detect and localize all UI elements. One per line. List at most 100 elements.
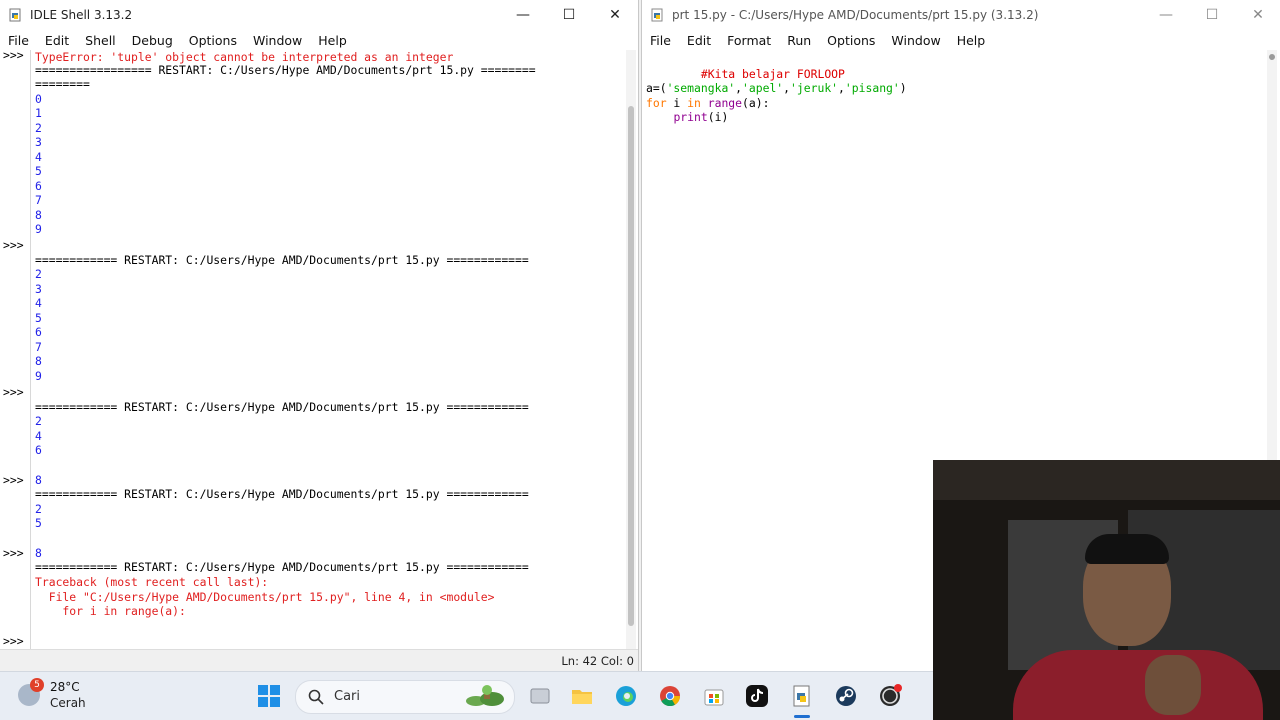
menu-debug[interactable]: Debug <box>124 33 181 48</box>
task-view-icon[interactable] <box>528 684 552 708</box>
file-explorer-icon[interactable] <box>570 684 594 708</box>
minimize-icon[interactable]: — <box>500 0 546 30</box>
editor-title: prt 15.py - C:/Users/Hype AMD/Documents/… <box>672 8 1039 22</box>
menu-shell[interactable]: Shell <box>77 33 124 48</box>
shell-output-line: Traceback (most recent call last): <box>35 575 269 589</box>
menu-window[interactable]: Window <box>883 33 948 48</box>
search-label: Cari <box>334 689 360 704</box>
menu-format[interactable]: Format <box>719 33 779 48</box>
tiktok-icon[interactable] <box>745 684 769 708</box>
editor-menubar: File Edit Format Run Options Window Help <box>642 30 1280 50</box>
code-line: for i in range(a): <box>646 96 769 111</box>
minimize-icon[interactable]: — <box>1143 0 1189 30</box>
code-token: (i) <box>707 110 729 125</box>
code-token: i <box>666 95 688 110</box>
code-comment: #Kita belajar FORLOOP <box>700 66 845 81</box>
menu-file[interactable]: File <box>0 33 37 48</box>
shell-output-line: 3 <box>35 135 42 149</box>
steam-icon[interactable] <box>834 684 858 708</box>
shell-output-line: 7 <box>35 193 42 207</box>
maximize-icon[interactable]: ☐ <box>546 0 592 30</box>
webcam-overlay <box>933 460 1280 720</box>
shell-output-line: 8 <box>35 473 42 487</box>
code-string: 'pisang' <box>844 81 900 95</box>
code-keyword: for <box>646 95 667 110</box>
editor-scroll-arrow-icon[interactable] <box>1269 54 1275 60</box>
windows-start-icon[interactable] <box>257 684 281 708</box>
shell-output-line: 8 <box>35 546 42 560</box>
shell-output-line: ============ RESTART: C:/Users/Hype AMD/… <box>35 487 529 501</box>
editor-titlebar: prt 15.py - C:/Users/Hype AMD/Documents/… <box>642 0 1280 30</box>
shell-menubar: File Edit Shell Debug Options Window Hel… <box>0 30 638 50</box>
shell-scroll-thumb[interactable] <box>628 106 634 626</box>
menu-options[interactable]: Options <box>819 33 883 48</box>
obs-studio-icon[interactable] <box>878 684 902 708</box>
close-icon[interactable]: ✕ <box>1235 0 1280 30</box>
shell-output-line: 5 <box>35 311 42 325</box>
code-line: print(i) <box>646 110 728 125</box>
shell-output-line: 7 <box>35 340 42 354</box>
cursor-position: Ln: 42 Col: 0 <box>561 654 634 668</box>
shell-output-line: 6 <box>35 179 42 193</box>
shell-output-line: ============ RESTART: C:/Users/Hype AMD/… <box>35 253 529 267</box>
webcam-person <box>1013 650 1263 720</box>
shell-output-line: 1 <box>35 106 42 120</box>
shell-output-line: 2 <box>35 414 42 428</box>
menu-file[interactable]: File <box>642 33 679 48</box>
code-string: 'jeruk' <box>790 81 839 95</box>
microsoft-store-icon[interactable] <box>702 684 726 708</box>
shell-titlebar: IDLE Shell 3.13.2 — ☐ ✕ <box>0 0 638 30</box>
shell-output-line: ============ RESTART: C:/Users/Hype AMD/… <box>35 400 529 414</box>
taskbar-search[interactable]: Cari <box>295 680 515 714</box>
prompt-sidebar: >>> >>> >>> >>> >>> >>> <box>0 48 31 650</box>
menu-options[interactable]: Options <box>181 33 245 48</box>
shell-output-line: 5 <box>35 164 42 178</box>
search-highlight-icon <box>466 685 504 706</box>
close-icon[interactable]: ✕ <box>592 0 638 30</box>
code-keyword: in <box>687 95 701 110</box>
search-icon <box>308 689 324 705</box>
shell-output-line: 6 <box>35 325 42 339</box>
menu-edit[interactable]: Edit <box>37 33 77 48</box>
shell-output-area[interactable]: >>> >>> >>> >>> >>> >>> ================… <box>0 48 638 650</box>
shell-prompt: >>> <box>3 385 24 399</box>
code-string: 'semangka' <box>666 81 736 95</box>
shell-prompt: >>> <box>3 634 24 648</box>
shell-output-line: 3 <box>35 282 42 296</box>
code-token: (a): <box>742 95 770 110</box>
active-app-indicator <box>794 715 810 718</box>
shell-output-line: 4 <box>35 150 42 164</box>
weather-widget[interactable]: 5 28°C Cerah <box>14 678 104 714</box>
webcam-person <box>1145 655 1201 715</box>
notification-badge: 5 <box>30 678 44 692</box>
shell-scrollbar[interactable] <box>626 50 636 650</box>
menu-window[interactable]: Window <box>245 33 310 48</box>
menu-edit[interactable]: Edit <box>679 33 719 48</box>
maximize-icon[interactable]: ☐ <box>1189 0 1235 30</box>
shell-output-line: 5 <box>35 516 42 530</box>
idle-python-icon[interactable] <box>790 684 814 708</box>
shell-output-line: TypeError: 'tuple' object cannot be inte… <box>35 50 454 64</box>
menu-help[interactable]: Help <box>949 33 994 48</box>
shell-prompt: >>> <box>3 238 24 252</box>
shell-output-line: File "C:/Users/Hype AMD/Documents/prt 15… <box>35 590 495 604</box>
weather-temperature: 28°C <box>50 680 80 694</box>
menu-run[interactable]: Run <box>779 33 819 48</box>
idle-shell-window: IDLE Shell 3.13.2 — ☐ ✕ File Edit Shell … <box>0 0 639 672</box>
edge-browser-icon[interactable] <box>614 684 638 708</box>
shell-output-line: 2 <box>35 267 42 281</box>
chrome-icon[interactable] <box>658 684 682 708</box>
code-builtin: print <box>673 110 708 125</box>
code-line: a=('semangka','apel','jeruk','pisang') <box>646 81 907 96</box>
shell-output-line: 4 <box>35 296 42 310</box>
menu-help[interactable]: Help <box>310 33 355 48</box>
shell-output-line: for i in range(a): <box>35 604 186 618</box>
webcam-person <box>1085 534 1169 564</box>
weather-condition: Cerah <box>50 696 86 710</box>
shell-output-line: 2 <box>35 502 42 516</box>
shell-output-line: 8 <box>35 208 42 222</box>
code-line: #Kita belajar FORLOOP <box>646 52 845 81</box>
shell-output-line: 2 <box>35 121 42 135</box>
code-token: ) <box>899 81 907 95</box>
